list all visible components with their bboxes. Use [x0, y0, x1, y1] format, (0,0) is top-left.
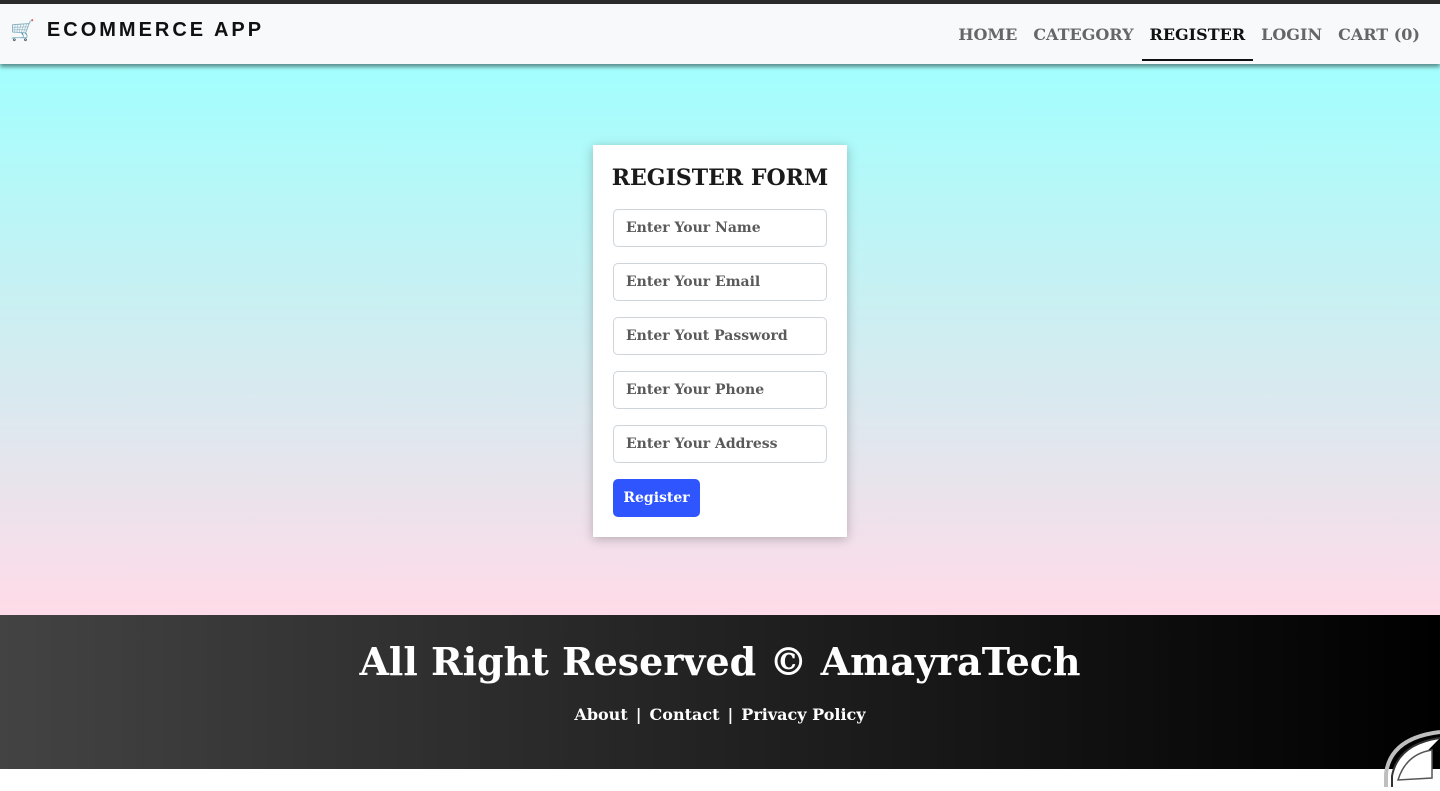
- shopping-cart-icon: 🛒: [10, 20, 35, 42]
- footer-link-privacy-policy[interactable]: Privacy Policy: [741, 705, 865, 724]
- footer-copyright: All Right Reserved © AmayraTech: [359, 639, 1081, 684]
- brand[interactable]: 🛒 ECOMMERCE APP: [10, 18, 264, 43]
- brand-label: ECOMMERCE APP: [46, 19, 265, 41]
- form-title: REGISTER FORM: [611, 165, 829, 191]
- password-input[interactable]: [613, 317, 827, 355]
- phone-input[interactable]: [613, 371, 827, 409]
- footer: All Right Reserved © AmayraTech About | Co…: [0, 615, 1440, 769]
- footer-separator: |: [727, 705, 734, 724]
- address-input[interactable]: [613, 425, 827, 463]
- nav-links: HOME CATEGORY REGISTER LOGIN CART (0): [950, 4, 1428, 64]
- email-input[interactable]: [613, 263, 827, 301]
- footer-separator: |: [635, 705, 642, 724]
- name-input[interactable]: [613, 209, 827, 247]
- footer-link-about[interactable]: About: [574, 705, 627, 724]
- nav-cart[interactable]: CART (0): [1330, 9, 1428, 61]
- footer-links: About | Contact | Privacy Policy: [0, 705, 1440, 724]
- nav-login[interactable]: LOGIN: [1253, 9, 1330, 61]
- main-content: REGISTER FORM Register: [0, 64, 1440, 615]
- register-form: REGISTER FORM Register: [593, 145, 847, 537]
- nav-register[interactable]: REGISTER: [1141, 9, 1254, 61]
- nav-home[interactable]: HOME: [950, 9, 1025, 61]
- nav-category[interactable]: CATEGORY: [1025, 9, 1141, 61]
- scroll-widget-icon[interactable]: [1384, 730, 1440, 787]
- navbar: 🛒 ECOMMERCE APP HOME CATEGORY REGISTER L…: [0, 4, 1440, 64]
- footer-link-contact[interactable]: Contact: [650, 705, 720, 724]
- register-button[interactable]: Register: [613, 479, 700, 517]
